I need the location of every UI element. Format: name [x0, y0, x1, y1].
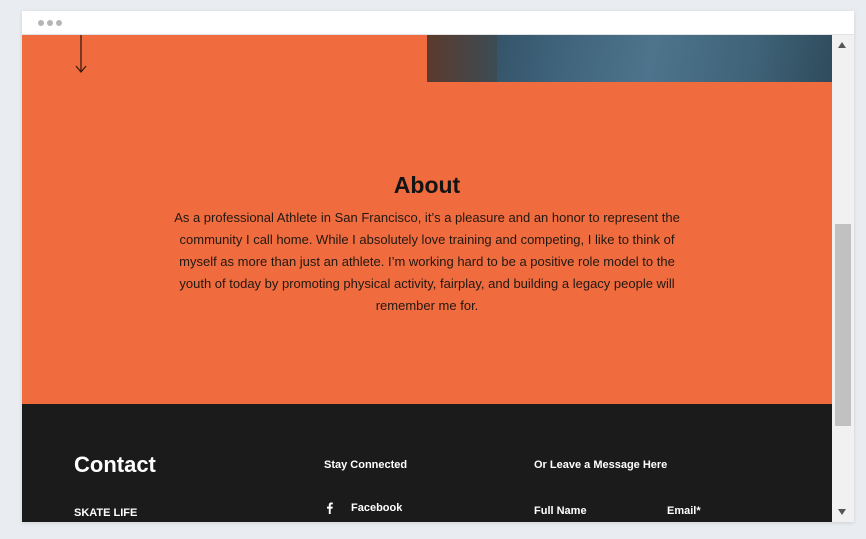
window-dot [47, 20, 53, 26]
about-section: About As a professional Athlete in San F… [22, 35, 832, 404]
hero-photo-shadow [427, 35, 497, 82]
window-dot [38, 20, 44, 26]
about-title: About [393, 172, 461, 198]
facebook-link[interactable]: Facebook [324, 502, 402, 514]
facebook-label: Facebook [351, 502, 403, 514]
arrow-down-icon[interactable] [73, 35, 89, 75]
window-dot [56, 20, 62, 26]
message-form-title: Or Leave a Message Here [534, 459, 668, 471]
brand-name: SKATE LIFE [74, 507, 138, 519]
scroll-up-icon[interactable] [838, 42, 846, 48]
contact-heading: Contact [74, 452, 156, 477]
stay-connected-title: Stay Connected [324, 459, 408, 471]
about-text: As a professional Athlete in San Francis… [174, 210, 680, 313]
window-title-bar [22, 11, 854, 35]
vertical-scrollbar[interactable] [832, 35, 854, 522]
page-viewport: About As a professional Athlete in San F… [22, 35, 832, 522]
email-label: Email* [667, 505, 701, 517]
window-dots-icon [38, 20, 62, 26]
hero-photo [427, 35, 832, 82]
scrollbar-thumb[interactable] [835, 224, 851, 426]
full-name-label: Full Name [534, 505, 587, 517]
browser-window: About As a professional Athlete in San F… [22, 11, 854, 522]
scroll-down-icon[interactable] [838, 509, 846, 515]
facebook-icon [327, 502, 333, 514]
contact-section: Contact SKATE LIFE Stay Connected Facebo… [22, 404, 832, 522]
